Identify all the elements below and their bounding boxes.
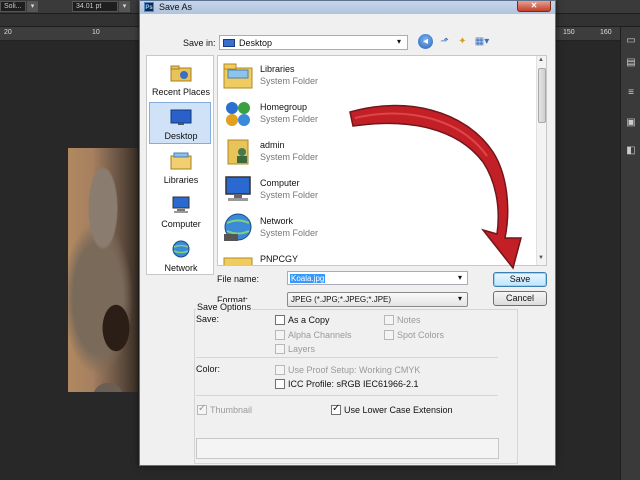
file-name: admin — [260, 140, 285, 150]
photoshop-icon: Ps — [144, 2, 154, 12]
divider — [196, 357, 498, 358]
file-type: System Folder — [260, 228, 319, 238]
save-in-value: Desktop — [239, 38, 273, 48]
homegroup-icon — [226, 102, 250, 126]
ps-style-field[interactable]: Soli... — [0, 1, 26, 12]
list-item[interactable]: Libraries System Folder — [222, 58, 522, 94]
user-folder-icon — [227, 139, 249, 165]
expand-icon[interactable]: ▭ — [625, 35, 637, 47]
thumbnail-checkbox: ✓ — [197, 403, 207, 415]
file-name: Libraries — [260, 64, 295, 74]
alpha-channels-label: Alpha Channels — [288, 330, 352, 340]
use-proof-setup-label: Use Proof Setup: Working CMYK — [288, 365, 421, 375]
network-icon — [172, 240, 190, 258]
icc-profile-label: ICC Profile: sRGB IEC61966-2.1 — [288, 379, 419, 389]
place-desktop[interactable]: Desktop — [149, 102, 211, 144]
file-name-label: File name: — [217, 274, 260, 284]
use-proof-setup-checkbox — [275, 365, 285, 375]
format-select[interactable]: JPEG (*.JPG;*.JPEG;*.JPE) ▾ — [287, 292, 468, 307]
ps-style-dropdown-arrow[interactable]: ▾ — [27, 1, 38, 12]
back-button[interactable]: ◂ — [418, 34, 433, 49]
lowercase-extension-label: Use Lower Case Extension — [344, 405, 453, 415]
file-type: System Folder — [260, 190, 319, 200]
ps-size-dropdown-arrow[interactable]: ▾ — [119, 1, 130, 12]
place-libraries[interactable]: Libraries — [149, 146, 211, 188]
adjustments-icon[interactable]: ▣ — [625, 117, 637, 129]
chevron-down-icon: ▾ — [397, 37, 402, 46]
layers-label: Layers — [288, 344, 316, 354]
save-in-dropdown[interactable]: Desktop ▾ — [219, 35, 408, 50]
format-value: JPEG (*.JPG;*.JPEG;*.JPE) — [291, 295, 392, 304]
spot-colors-checkbox — [384, 330, 394, 340]
network-icon — [224, 213, 252, 241]
recent-places-icon — [170, 65, 192, 82]
ruler-label: 20 — [4, 29, 12, 36]
close-button[interactable]: ✕ — [517, 1, 551, 12]
save-label: Save: — [196, 314, 220, 324]
file-name-field[interactable]: Koala.jpg ▾ — [287, 271, 468, 285]
icc-profile-checkbox[interactable] — [275, 379, 285, 389]
up-folder-button[interactable]: ⬏ — [436, 34, 453, 50]
file-name: Computer — [260, 178, 300, 188]
chevron-down-icon[interactable]: ▾ — [458, 273, 462, 282]
lowercase-extension-checkbox[interactable]: ✓ — [331, 403, 341, 415]
file-type: System Folder — [260, 114, 319, 124]
computer-icon — [225, 176, 251, 201]
desktop-icon — [223, 39, 235, 47]
notes-checkbox — [384, 315, 394, 325]
place-computer[interactable]: Computer — [149, 190, 211, 232]
alpha-channels-checkbox — [275, 330, 285, 340]
save-options-title: Save Options — [196, 302, 253, 312]
save-in-label: Save in: — [183, 38, 216, 48]
as-copy-label: As a Copy — [288, 315, 330, 325]
chevron-down-icon: ▾ — [458, 294, 463, 303]
place-label: Desktop — [164, 131, 198, 141]
styles-icon[interactable]: ◧ — [625, 145, 637, 157]
ruler-label: 10 — [92, 29, 100, 36]
ps-panel-dock: ▭ ▤ ≡ ▣ ◧ — [620, 27, 640, 480]
new-folder-button[interactable]: ✦ — [454, 34, 471, 50]
save-button[interactable]: Save — [493, 272, 547, 287]
place-label: Network — [164, 263, 198, 273]
place-network[interactable]: Network — [149, 234, 211, 276]
layers-checkbox — [275, 344, 285, 354]
as-copy-checkbox[interactable] — [275, 315, 285, 325]
scroll-up-icon[interactable]: ▲ — [538, 57, 544, 63]
dialog-title: Save As — [159, 2, 193, 12]
notes-label: Notes — [397, 315, 421, 325]
ruler-label: 150 — [563, 29, 575, 36]
file-type: System Folder — [260, 76, 319, 86]
place-label: Recent Places — [151, 87, 211, 97]
file-name: Homegroup — [260, 102, 308, 112]
checkmark-icon: ✓ — [198, 403, 207, 414]
place-label: Libraries — [163, 175, 199, 185]
libraries-icon — [170, 152, 192, 170]
thumbnail-label: Thumbnail — [210, 405, 253, 415]
color-label: Color: — [196, 364, 221, 374]
description-box — [196, 438, 499, 459]
koala-photo — [68, 148, 138, 392]
view-menu-button[interactable]: ▦▾ — [472, 34, 492, 50]
file-name: PNPCGY — [260, 254, 299, 264]
layers-icon[interactable]: ≡ — [625, 87, 637, 99]
computer-icon — [172, 196, 190, 213]
checkmark-icon: ✓ — [332, 403, 341, 414]
ps-size-field[interactable]: 34.01 pt — [72, 1, 118, 12]
ruler-label: 160 — [600, 29, 612, 36]
desktop-icon — [170, 109, 192, 125]
places-bar: Recent Places Desktop Libraries Computer… — [146, 55, 214, 275]
spot-colors-label: Spot Colors — [397, 330, 445, 340]
libraries-folder-icon — [223, 63, 253, 89]
file-name: Network — [260, 216, 294, 226]
place-label: Computer — [161, 219, 201, 229]
place-recent-places[interactable]: Recent Places — [149, 58, 211, 100]
file-type: System Folder — [260, 152, 319, 162]
dialog-title-bar[interactable]: Ps Save As ✕ — [140, 1, 555, 14]
file-name-value: Koala.jpg — [290, 274, 326, 283]
divider — [196, 395, 498, 396]
folder-icon — [223, 257, 253, 265]
cancel-button[interactable]: Cancel — [493, 291, 547, 306]
red-arrow-annotation — [349, 104, 522, 270]
history-icon[interactable]: ▤ — [625, 57, 637, 69]
